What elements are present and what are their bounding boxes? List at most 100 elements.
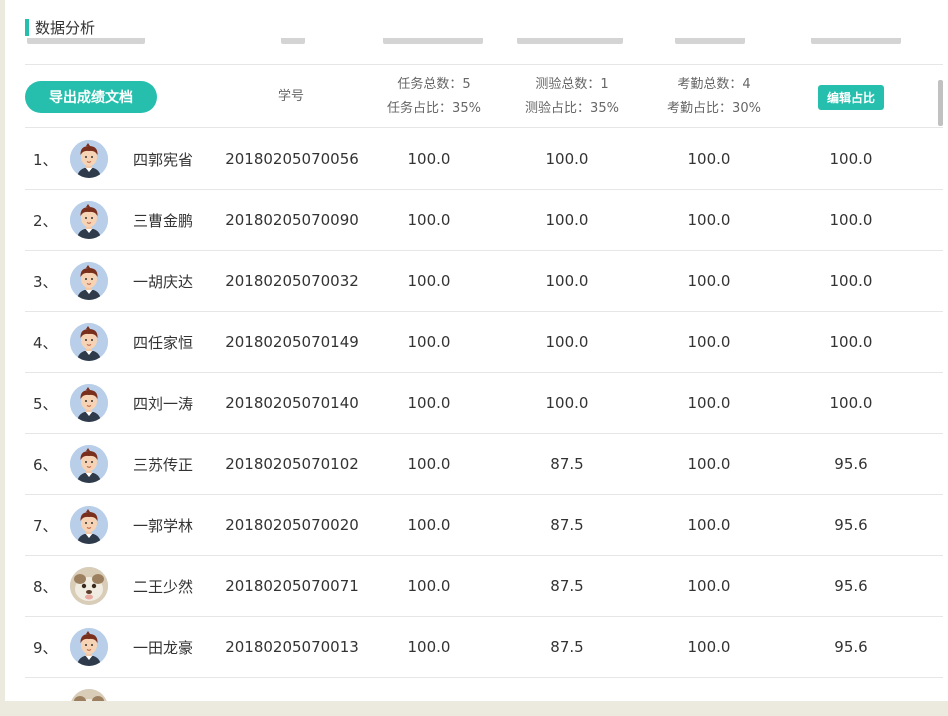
total-score: 100.0 <box>829 394 873 412</box>
row-index: 8、 <box>33 577 58 596</box>
avatar-cell <box>70 617 108 677</box>
quiz-score: 100.0 <box>545 272 589 290</box>
header-quiz-total: 测验总数：1 <box>535 77 609 92</box>
boy-avatar-icon[interactable] <box>70 201 108 239</box>
attendance-score: 100.0 <box>687 211 731 229</box>
table-row[interactable]: 6、 三苏传正 20180205070102 100.0 87.5 100.0 … <box>25 434 943 495</box>
table-row[interactable]: 9、 一田龙豪 20180205070013 100.0 87.5 100.0 … <box>25 617 943 678</box>
row-index: 5、 <box>33 394 58 413</box>
row-index: 3、 <box>33 272 58 291</box>
table-row[interactable]: 8、 二王少然 20180205070071 100.0 87.5 100.0 … <box>25 556 943 617</box>
row-index: 6、 <box>33 455 58 474</box>
row-index: 2、 <box>33 211 58 230</box>
edit-ratio-button[interactable]: 编辑占比 <box>817 84 884 110</box>
row-index: 9、 <box>33 638 58 657</box>
student-id: 20180205070149 <box>225 333 359 351</box>
photo-avatar-icon[interactable] <box>70 567 108 605</box>
table-row[interactable]: 7、 一郭学林 20180205070020 100.0 87.5 100.0 … <box>25 495 943 556</box>
attendance-score: 100.0 <box>687 638 731 656</box>
student-id: 20180205070090 <box>225 211 359 229</box>
task-score: 100.0 <box>407 577 451 595</box>
avatar-cell <box>70 556 108 616</box>
header-student-id: 学号 <box>261 65 321 129</box>
boy-avatar-icon[interactable] <box>70 506 108 544</box>
attendance-score: 100.0 <box>687 455 731 473</box>
task-score: 100.0 <box>407 211 451 229</box>
scrollbar-thumb[interactable] <box>938 80 943 126</box>
task-score: 100.0 <box>407 272 451 290</box>
boy-avatar-icon[interactable] <box>70 384 108 422</box>
header-quiz: 测验总数：1 测验占比：35% <box>507 65 637 129</box>
task-score: 100.0 <box>407 333 451 351</box>
header-attendance-ratio: 考勤占比：30% <box>667 101 761 116</box>
row-index: 1、 <box>33 150 58 169</box>
student-name[interactable]: 一胡庆达 <box>133 251 193 311</box>
student-id: 20180205070102 <box>225 455 359 473</box>
boy-avatar-icon[interactable] <box>70 262 108 300</box>
student-name[interactable]: 一田龙豪 <box>133 617 193 677</box>
avatar-cell <box>70 434 108 494</box>
export-grades-button[interactable]: 导出成绩文档 <box>25 81 157 113</box>
total-score: 100.0 <box>829 150 873 168</box>
student-name[interactable]: 三苏传正 <box>133 434 193 494</box>
boy-avatar-icon[interactable] <box>70 140 108 178</box>
boy-avatar-icon[interactable] <box>70 445 108 483</box>
quiz-score: 100.0 <box>545 211 589 229</box>
student-name[interactable]: 一郭学林 <box>133 495 193 555</box>
total-score: 95.6 <box>834 638 868 656</box>
header-student-id-label: 学号 <box>277 89 304 104</box>
title-accent-bar <box>25 18 29 36</box>
task-score: 100.0 <box>407 516 451 534</box>
table-row[interactable]: 3、 一胡庆达 20180205070032 100.0 100.0 100.0… <box>25 251 943 312</box>
total-score <box>801 678 901 701</box>
avatar-cell <box>70 190 108 250</box>
table-row[interactable]: 4、 四任家恒 20180205070149 100.0 100.0 100.0… <box>25 312 943 373</box>
avatar-cell <box>70 678 108 701</box>
photo-avatar-icon[interactable] <box>70 689 108 701</box>
table-row[interactable]: 5、 四刘一涛 20180205070140 100.0 100.0 100.0… <box>25 373 943 434</box>
attendance-score: 100.0 <box>687 150 731 168</box>
attendance-score <box>659 678 759 701</box>
student-id: 20180205070140 <box>225 394 359 412</box>
quiz-score: 100.0 <box>545 150 589 168</box>
quiz-score: 100.0 <box>545 333 589 351</box>
student-name[interactable]: 四任家恒 <box>133 312 193 372</box>
attendance-score: 100.0 <box>687 333 731 351</box>
page-title: 数据分析 <box>35 18 96 37</box>
quiz-score: 87.5 <box>550 516 584 534</box>
student-id: 20180205070032 <box>225 272 359 290</box>
header-task-total: 任务总数：5 <box>397 77 471 92</box>
total-score: 95.6 <box>834 455 868 473</box>
header-attendance-total: 考勤总数：4 <box>677 77 751 92</box>
header-task: 任务总数：5 任务占比：35% <box>369 65 499 129</box>
student-name[interactable]: 四郭宪省 <box>133 129 193 189</box>
task-score: 100.0 <box>407 638 451 656</box>
task-score: 100.0 <box>407 455 451 473</box>
total-score: 100.0 <box>829 211 873 229</box>
table-row[interactable]: 1、 四郭宪省 20180205070056 100.0 100.0 100.0… <box>25 129 943 190</box>
student-id <box>223 678 361 701</box>
boy-avatar-icon[interactable] <box>70 323 108 361</box>
student-name[interactable]: 二王少然 <box>133 556 193 616</box>
avatar-cell <box>70 373 108 433</box>
attendance-score: 100.0 <box>687 394 731 412</box>
avatar-cell <box>70 251 108 311</box>
attendance-score: 100.0 <box>687 516 731 534</box>
total-score: 95.6 <box>834 577 868 595</box>
table-header: 导出成绩文档 学号 任务总数：5 任务占比：35% 测验总数：1 测验占比：35… <box>25 64 943 128</box>
student-name[interactable]: 三曹金鹏 <box>133 190 193 250</box>
clipped-previous-row <box>25 38 943 48</box>
header-edit: 编辑占比 <box>811 65 891 129</box>
student-id: 20180205070013 <box>225 638 359 656</box>
table-row[interactable]: 2、 三曹金鹏 20180205070090 100.0 100.0 100.0… <box>25 190 943 251</box>
student-id: 20180205070071 <box>225 577 359 595</box>
quiz-score <box>517 678 617 701</box>
attendance-score: 100.0 <box>687 272 731 290</box>
avatar-cell <box>70 129 108 189</box>
quiz-score: 87.5 <box>550 455 584 473</box>
table-row[interactable] <box>25 678 943 701</box>
student-name[interactable]: 四刘一涛 <box>133 373 193 433</box>
boy-avatar-icon[interactable] <box>70 628 108 666</box>
total-score: 100.0 <box>829 333 873 351</box>
total-score: 95.6 <box>834 516 868 534</box>
